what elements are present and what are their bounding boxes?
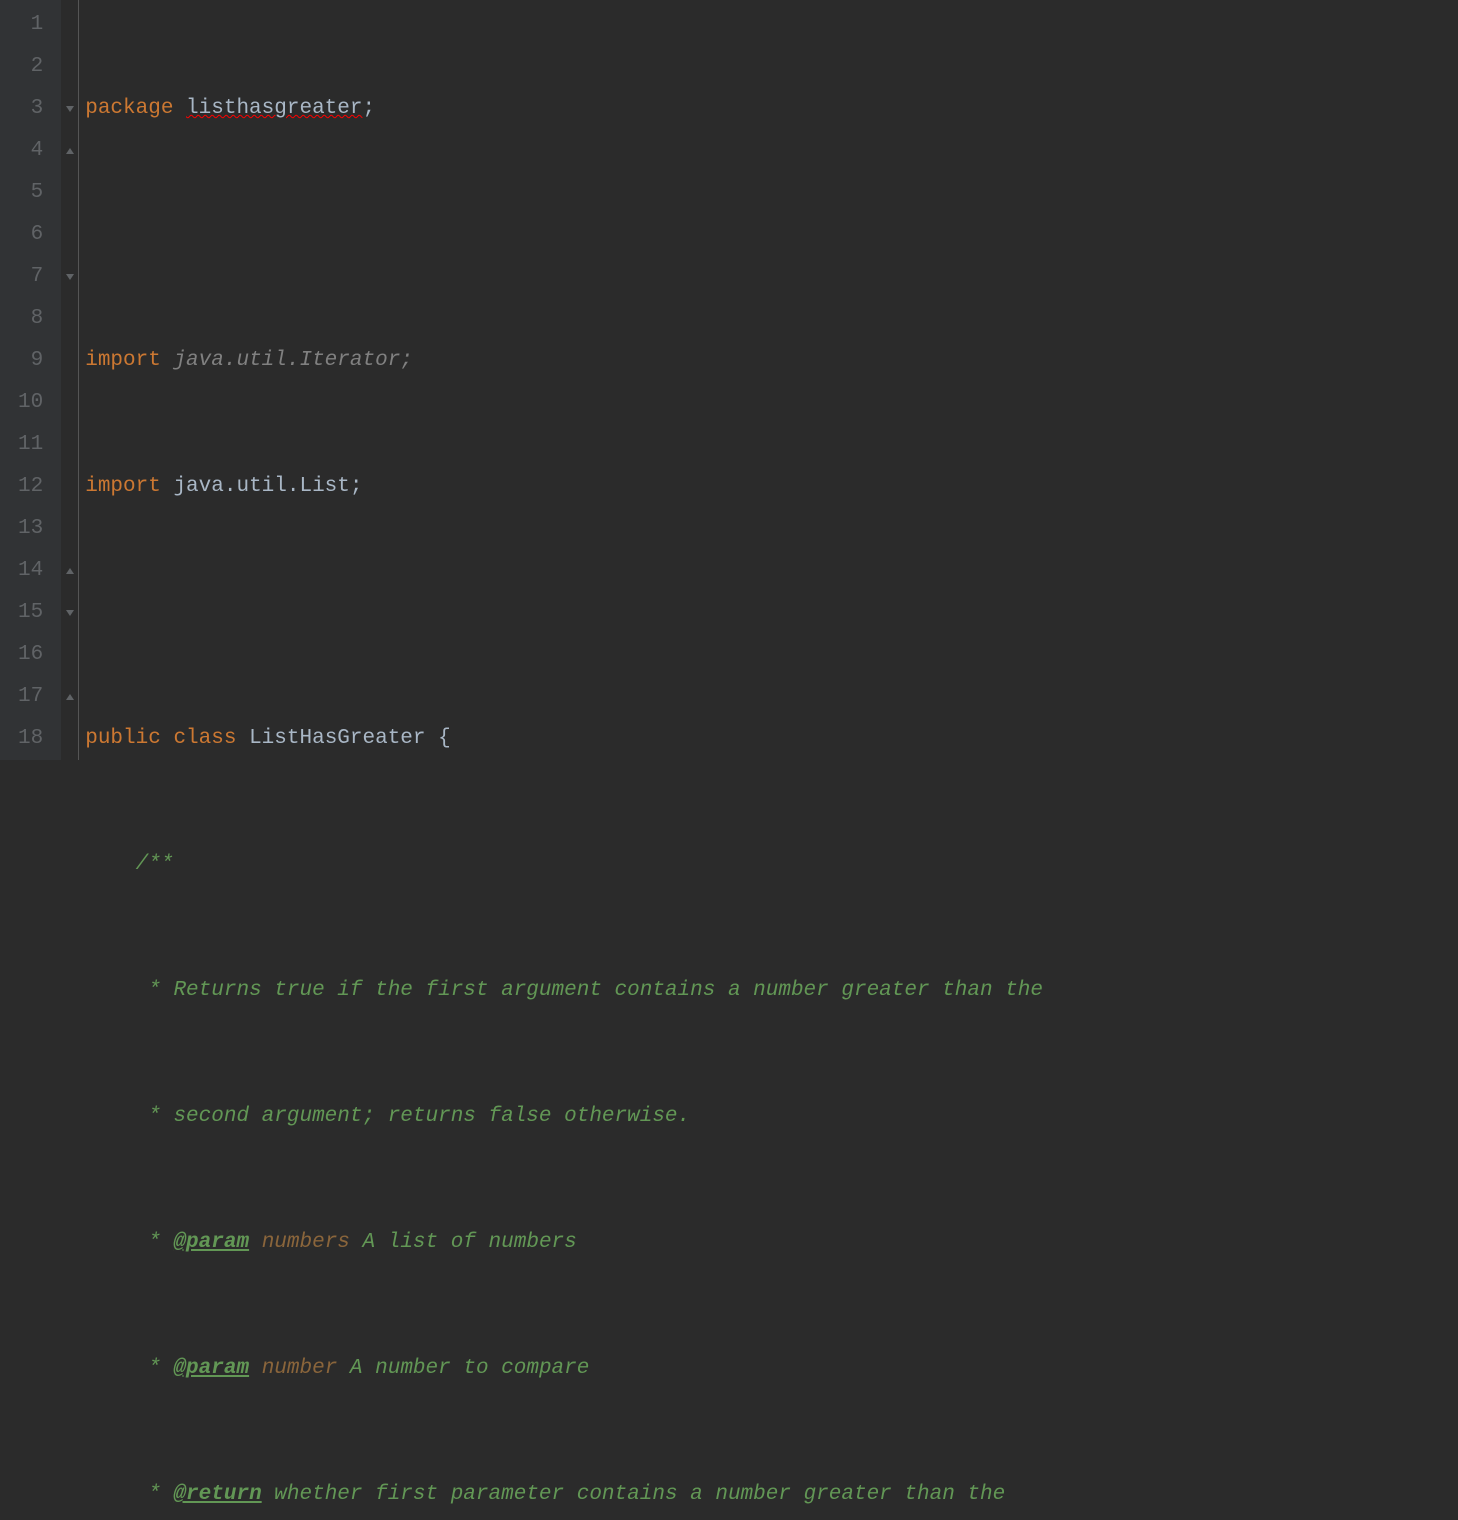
javadoc-text: Returns true if the first argument conta… — [173, 979, 1043, 1002]
fold-toggle-icon[interactable] — [62, 88, 78, 130]
code-line[interactable] — [85, 214, 1458, 256]
javadoc-param-name: numbers — [262, 1231, 350, 1254]
javadoc-param-desc: A number to compare — [350, 1357, 589, 1380]
line-number[interactable]: 14 — [18, 550, 43, 592]
fold-toggle-icon[interactable] — [62, 550, 78, 592]
fold-column — [61, 0, 79, 760]
code-line[interactable] — [85, 592, 1458, 634]
javadoc-return-desc: whether first parameter contains a numbe… — [274, 1483, 1005, 1506]
javadoc-text: second argument; returns false otherwise… — [173, 1105, 690, 1128]
class-name: ListHasGreater — [249, 727, 425, 750]
fold-toggle-icon[interactable] — [62, 130, 78, 172]
code-line[interactable]: public class ListHasGreater { — [85, 718, 1458, 760]
fold-toggle-icon[interactable] — [62, 676, 78, 718]
code-editor[interactable]: 1 2 3 4 5 6 7 8 9 10 11 12 13 14 15 16 1… — [0, 0, 1458, 760]
line-number[interactable]: 18 — [18, 718, 43, 760]
line-number[interactable]: 10 — [18, 382, 43, 424]
code-line[interactable]: * Returns true if the first argument con… — [85, 970, 1458, 1012]
javadoc-param-tag: @param — [173, 1231, 249, 1254]
line-number[interactable]: 9 — [18, 340, 43, 382]
line-number[interactable]: 7 — [18, 256, 43, 298]
code-line[interactable]: * @param number A number to compare — [85, 1348, 1458, 1390]
javadoc-param-desc: A list of numbers — [363, 1231, 577, 1254]
line-number[interactable]: 2 — [18, 46, 43, 88]
javadoc-param-tag: @param — [173, 1357, 249, 1380]
code-line[interactable]: * @return whether first parameter contai… — [85, 1474, 1458, 1516]
fold-toggle-icon[interactable] — [62, 592, 78, 634]
code-area[interactable]: package listhasgreater; import java.util… — [79, 0, 1458, 760]
import-path: java.util.List — [173, 475, 349, 498]
line-number[interactable]: 16 — [18, 634, 43, 676]
fold-toggle-icon[interactable] — [62, 256, 78, 298]
line-number[interactable]: 12 — [18, 466, 43, 508]
code-line[interactable]: import java.util.List; — [85, 466, 1458, 508]
package-name: listhasgreater — [186, 97, 362, 120]
javadoc-open: /** — [136, 853, 174, 876]
line-number[interactable]: 17 — [18, 676, 43, 718]
line-number[interactable]: 5 — [18, 172, 43, 214]
line-number[interactable]: 15 — [18, 592, 43, 634]
gutter: 1 2 3 4 5 6 7 8 9 10 11 12 13 14 15 16 1… — [0, 0, 61, 760]
line-number[interactable]: 3 — [18, 88, 43, 130]
line-number[interactable]: 4 — [18, 130, 43, 172]
keyword-class: class — [173, 727, 236, 750]
code-line[interactable]: /** — [85, 844, 1458, 886]
line-number[interactable]: 1 — [18, 4, 43, 46]
keyword-import: import — [85, 475, 161, 498]
line-number[interactable]: 6 — [18, 214, 43, 256]
line-number[interactable]: 8 — [18, 298, 43, 340]
line-number[interactable]: 11 — [18, 424, 43, 466]
javadoc-return-tag: @return — [173, 1483, 261, 1506]
keyword-package: package — [85, 97, 173, 120]
line-number[interactable]: 13 — [18, 508, 43, 550]
keyword-import: import — [85, 349, 161, 372]
keyword-public: public — [85, 727, 161, 750]
code-line[interactable]: * @param numbers A list of numbers — [85, 1222, 1458, 1264]
code-line[interactable]: import java.util.Iterator; — [85, 340, 1458, 382]
code-line[interactable]: package listhasgreater; — [85, 88, 1458, 130]
code-line[interactable]: * second argument; returns false otherwi… — [85, 1096, 1458, 1138]
javadoc-param-name: number — [262, 1357, 338, 1380]
import-path: java.util.Iterator — [173, 349, 400, 372]
